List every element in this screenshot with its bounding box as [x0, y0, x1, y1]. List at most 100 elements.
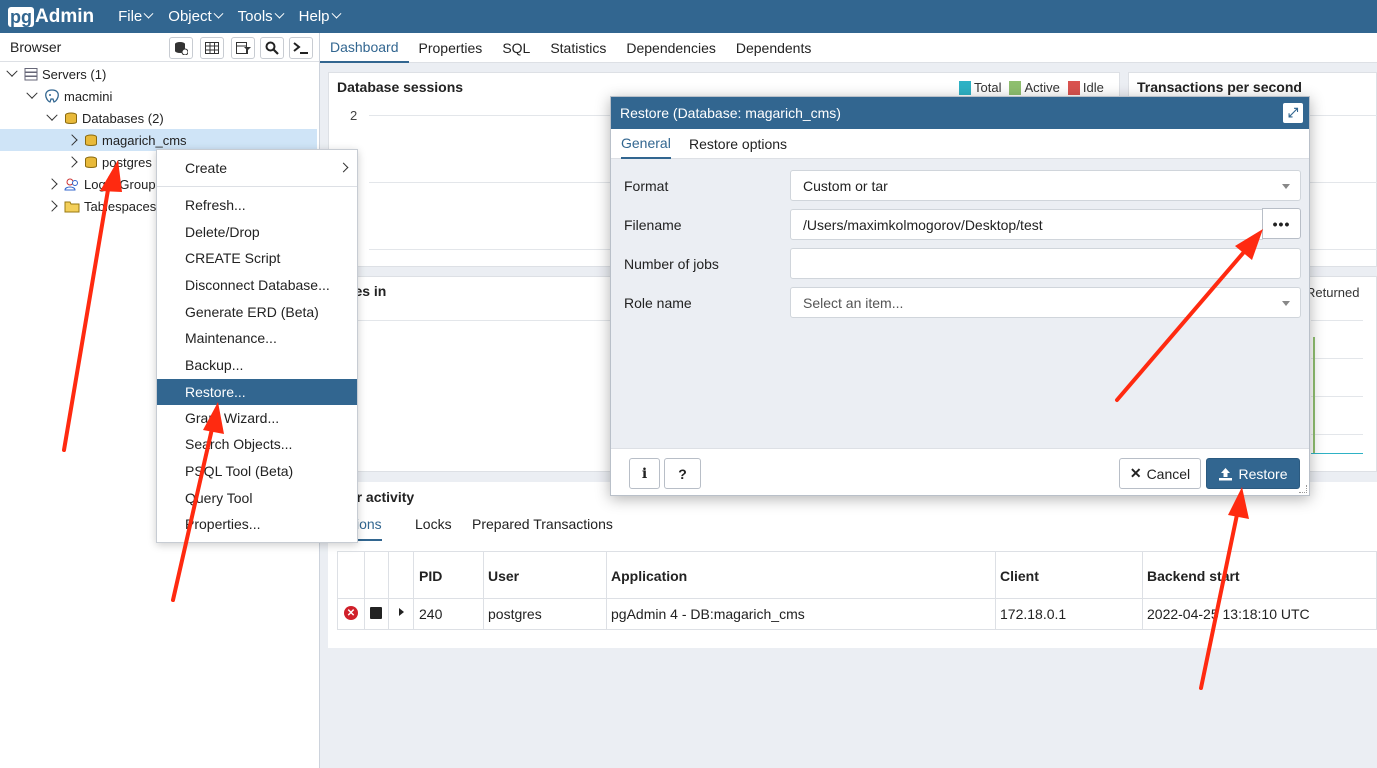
filename-value: /Users/maximkolmogorov/Desktop/test	[803, 216, 1043, 233]
context-menu-item-create[interactable]: Create	[157, 155, 357, 181]
context-menu-item-properties[interactable]: Properties...	[157, 511, 357, 537]
browse-file-button[interactable]: •••	[1262, 208, 1301, 239]
expand-row-icon[interactable]	[399, 608, 404, 616]
context-menu-item-disconnect-database[interactable]: Disconnect Database...	[157, 272, 357, 298]
chevron-down-icon	[46, 109, 58, 121]
tab-sql[interactable]: SQL	[492, 33, 540, 63]
tree-item-servers[interactable]: Servers (1)	[6, 63, 107, 85]
menu-help[interactable]: Help	[291, 0, 348, 33]
search-icon	[265, 41, 279, 55]
context-menu-item-restore[interactable]: Restore...	[157, 379, 357, 405]
chevron-right-icon	[66, 156, 78, 168]
tab-statistics[interactable]: Statistics	[540, 33, 616, 63]
dialog-header[interactable]: Restore (Database: magarich_cms) ⤢	[611, 97, 1309, 129]
context-menu-item-psql-tool[interactable]: PSQL Tool (Beta)	[157, 458, 357, 484]
tree-label: magarich_cms	[102, 132, 187, 148]
tree-label: Tablespaces	[84, 198, 157, 214]
tab-locks[interactable]: Locks	[415, 516, 452, 532]
databases-icon	[65, 112, 77, 124]
chevron-down-icon	[26, 87, 38, 99]
database-icon	[85, 134, 97, 146]
context-menu-item-search-objects[interactable]: Search Objects...	[157, 431, 357, 457]
context-menu-item-generate-erd[interactable]: Generate ERD (Beta)	[157, 299, 357, 325]
search-toolbar-button[interactable]	[260, 37, 284, 59]
context-menu-item-grant-wizard[interactable]: Grant Wizard...	[157, 405, 357, 431]
tab-dependencies[interactable]: Dependencies	[616, 33, 726, 63]
context-menu-item-maintenance[interactable]: Maintenance...	[157, 325, 357, 351]
psql-terminal-toolbar-button[interactable]	[289, 37, 313, 59]
context-menu-item-backup[interactable]: Backup...	[157, 352, 357, 378]
terminate-session-icon[interactable]: ✕	[344, 606, 358, 620]
format-select[interactable]: Custom or tar	[790, 170, 1301, 201]
tree-item-databases[interactable]: Databases (2)	[46, 107, 164, 129]
legend-swatch-active	[1009, 80, 1022, 95]
gridline	[1311, 358, 1363, 359]
filename-input[interactable]: /Users/maximkolmogorov/Desktop/test	[790, 209, 1263, 240]
column-header-application[interactable]: Application	[611, 568, 687, 584]
tab-restore-options[interactable]: Restore options	[689, 129, 787, 159]
tree-label: Servers (1)	[42, 66, 107, 82]
table-icon	[205, 42, 219, 54]
cancel-button[interactable]: ✕ Cancel	[1119, 458, 1201, 489]
context-menu: Create Refresh... Delete/Drop CREATE Scr…	[156, 149, 358, 543]
context-menu-item-refresh[interactable]: Refresh...	[157, 192, 357, 218]
series-baseline	[1311, 453, 1363, 454]
table-toolbar-button[interactable]	[200, 37, 224, 59]
close-icon: ✕	[1129, 465, 1142, 481]
column-header-backend-start[interactable]: Backend start	[1147, 568, 1240, 584]
info-button[interactable]: i	[629, 458, 660, 489]
tab-general[interactable]: General	[621, 129, 671, 159]
filter-table-toolbar-button[interactable]	[231, 37, 255, 59]
cancel-query-icon[interactable]	[370, 607, 382, 619]
column-header-user[interactable]: User	[488, 568, 519, 584]
menu-tools[interactable]: Tools	[230, 0, 291, 33]
maximize-icon[interactable]: ⤢	[1283, 103, 1303, 123]
context-menu-item-create-script[interactable]: CREATE Script	[157, 245, 357, 271]
row-divider	[338, 598, 1377, 599]
column-header-pid[interactable]: PID	[419, 568, 442, 584]
tab-dependents[interactable]: Dependents	[726, 33, 822, 63]
help-button[interactable]: ?	[664, 458, 701, 489]
caret-down-icon	[1282, 301, 1290, 306]
menu-file[interactable]: File	[110, 0, 160, 33]
menu-object[interactable]: Object	[160, 0, 229, 33]
column-divider	[388, 552, 389, 630]
tab-prepared-transactions[interactable]: Prepared Transactions	[472, 516, 613, 532]
legend-label-total: Total	[974, 80, 1002, 95]
pgadmin-logo: pg Admin	[8, 6, 94, 28]
dialog-footer: i ? ✕ Cancel Restore	[611, 448, 1309, 495]
context-menu-item-query-tool[interactable]: Query Tool	[157, 485, 357, 511]
tablespaces-icon	[64, 201, 80, 212]
tree-label: Databases (2)	[82, 110, 164, 126]
server-activity-panel: ver activity ssions Locks Prepared Trans…	[328, 482, 1377, 648]
legend-label-idle: Idle	[1082, 80, 1104, 95]
resize-grip[interactable]	[1299, 485, 1307, 493]
tab-dashboard[interactable]: Dashboard	[320, 33, 409, 63]
cell-pid: 240	[419, 606, 443, 622]
chevron-down-icon	[213, 8, 224, 19]
role-name-select[interactable]: Select an item...	[790, 287, 1301, 318]
tree-item-db-postgres[interactable]: postgres	[66, 151, 152, 173]
gridline	[1311, 396, 1363, 397]
gridline	[1311, 320, 1363, 321]
tree-label: postgres	[102, 154, 152, 170]
context-menu-item-delete-drop[interactable]: Delete/Drop	[157, 219, 357, 245]
legend-label-active: Active	[1024, 80, 1060, 95]
tree-item-tablespaces[interactable]: Tablespaces	[46, 195, 157, 217]
cell-application: pgAdmin 4 - DB:magarich_cms	[611, 606, 805, 622]
logo-admin: Admin	[35, 5, 95, 27]
tree-item-login-group[interactable]: Login/Group	[46, 173, 156, 195]
browser-title: Browser	[10, 39, 62, 55]
restore-button[interactable]: Restore	[1206, 458, 1300, 489]
database-sessions-title: Database sessions	[337, 79, 464, 95]
main-tabs: Dashboard Properties SQL Statistics Depe…	[320, 33, 1377, 63]
column-header-client[interactable]: Client	[1000, 568, 1039, 584]
gridline	[1311, 434, 1363, 435]
tree-item-server-macmini[interactable]: macmini	[26, 85, 113, 107]
number-of-jobs-input[interactable]	[790, 248, 1301, 279]
tab-properties[interactable]: Properties	[409, 33, 493, 63]
database-toolbar-button[interactable]	[169, 37, 193, 59]
tree-label: macmini	[64, 88, 113, 104]
tree-item-db-magarich-cms[interactable]: magarich_cms	[0, 129, 317, 151]
cell-user: postgres	[488, 606, 542, 622]
